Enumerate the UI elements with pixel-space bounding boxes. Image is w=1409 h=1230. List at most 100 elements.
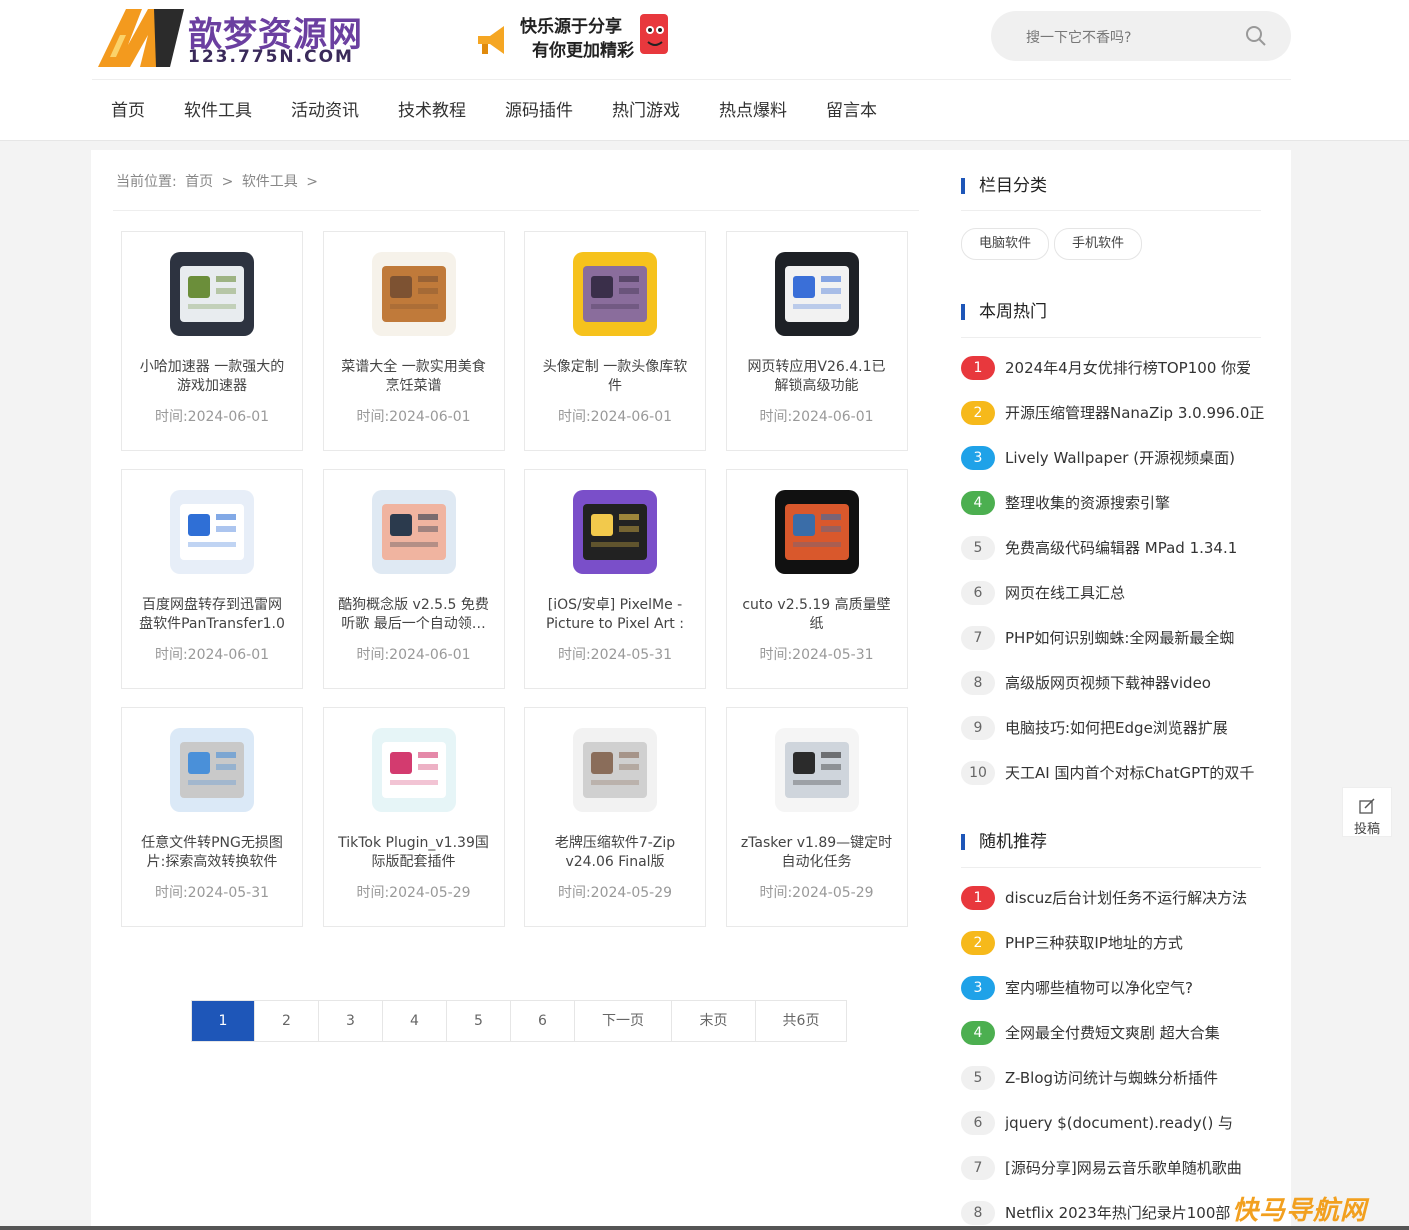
random-list-item[interactable]: 1 discuz后台计划任务不运行解决方法 [961, 886, 1271, 910]
article-title[interactable]: 网页转应用V26.4.1已解锁高级功能 [741, 358, 893, 396]
rank-link[interactable]: 网页在线工具汇总 [1005, 582, 1267, 603]
search-box[interactable]: 搜一下它不香吗? [991, 11, 1291, 61]
random-list-item[interactable]: 6 jquery $(document).ready() 与 [961, 1111, 1271, 1135]
rank-link[interactable]: 天工AI 国内首个对标ChatGPT的双千 [1005, 762, 1267, 783]
category-tag-pc[interactable]: 电脑软件 [961, 228, 1049, 260]
rank-link[interactable]: 电脑技巧:如何把Edge浏览器扩展 [1005, 717, 1267, 738]
article-title[interactable]: cuto v2.5.19 高质量壁纸 [741, 596, 893, 634]
nav-item-hot-news[interactable]: 热点爆料 [719, 80, 787, 140]
article-title[interactable]: 百度网盘转存到迅雷网盘软件PanTransfer1.0 [136, 596, 288, 634]
article-card[interactable]: cuto v2.5.19 高质量壁纸 时间:2024-05-31 [725, 469, 908, 689]
breadcrumb-divider [113, 210, 919, 211]
article-title[interactable]: TikTok Plugin_v1.39国际版配套插件 [338, 834, 490, 872]
rank-link[interactable]: 高级版网页视频下载神器video [1005, 672, 1267, 693]
category-divider [961, 210, 1261, 211]
rank-link[interactable]: 免费高级代码编辑器 MPad 1.34.1 [1005, 537, 1267, 558]
rank-link[interactable]: PHP如何识别蜘蛛:全网最新最全蜘 [1005, 627, 1267, 648]
random-list-item[interactable]: 2 PHP三种获取IP地址的方式 [961, 931, 1271, 955]
nav-item-events[interactable]: 活动资讯 [291, 80, 359, 140]
pagination-page-2[interactable]: 2 [255, 1001, 319, 1041]
pagination-page-6[interactable]: 6 [511, 1001, 575, 1041]
rank-link[interactable]: Z-Blog访问统计与蜘蛛分析插件 [1005, 1067, 1267, 1088]
article-thumbnail[interactable] [371, 252, 456, 336]
article-card[interactable]: 老牌压缩软件7-Zip v24.06 Final版 时间:2024-05-29 [524, 707, 706, 927]
article-card[interactable]: TikTok Plugin_v1.39国际版配套插件 时间:2024-05-29 [322, 707, 505, 927]
article-title[interactable]: 任意文件转PNG无损图片:探索高效转换软件 [136, 834, 288, 872]
article-card[interactable]: 任意文件转PNG无损图片:探索高效转换软件 时间:2024-05-31 [121, 707, 303, 927]
article-card[interactable]: [iOS/安卓] PixelMe - Picture to Pixel Art … [524, 469, 706, 689]
random-list-item[interactable]: 5 Z-Blog访问统计与蜘蛛分析插件 [961, 1066, 1271, 1090]
article-title[interactable]: 菜谱大全 一款实用美食烹饪菜谱 [338, 358, 490, 396]
hot-list-item[interactable]: 5 免费高级代码编辑器 MPad 1.34.1 [961, 536, 1271, 560]
article-thumbnail[interactable] [573, 252, 657, 336]
article-title[interactable]: 老牌压缩软件7-Zip v24.06 Final版 [539, 834, 691, 872]
pagination-page-4[interactable]: 4 [383, 1001, 447, 1041]
category-tag-mobile[interactable]: 手机软件 [1054, 228, 1142, 260]
article-thumbnail[interactable] [170, 252, 254, 336]
pagination-page-1[interactable]: 1 [192, 1001, 255, 1041]
rank-link[interactable]: jquery $(document).ready() 与 [1005, 1112, 1267, 1133]
article-title[interactable]: 头像定制 一款头像库软件 [539, 358, 691, 396]
submit-post-button[interactable]: 投稿 [1342, 787, 1392, 837]
article-title[interactable]: 酷狗概念版 v2.5.5 免费听歌 最后一个自动领… [338, 596, 490, 634]
hot-list-item[interactable]: 4 整理收集的资源搜索引擎 [961, 491, 1271, 515]
article-card[interactable]: 头像定制 一款头像库软件时间:2024-06-01 [524, 231, 706, 451]
rank-link[interactable]: 室内哪些植物可以净化空气? [1005, 977, 1267, 998]
pagination-last-page[interactable]: 末页 [672, 1001, 756, 1041]
hot-list-item[interactable]: 3 Lively Wallpaper (开源视频桌面) [961, 446, 1271, 470]
article-title[interactable]: zTasker v1.89—键定时自动化任务 [741, 834, 893, 872]
nav-item-guestbook[interactable]: 留言本 [826, 80, 877, 140]
article-card[interactable]: 小哈加速器 一款强大的游戏加速器 时间:2024-06-01 [121, 231, 303, 451]
article-title[interactable]: [iOS/安卓] PixelMe - Picture to Pixel Art … [539, 596, 691, 634]
site-logo[interactable]: 歆梦资源网 123.775N.COM [96, 5, 396, 71]
article-card[interactable]: 菜谱大全 一款实用美食烹饪菜谱 时间:2024-06-01 [322, 231, 505, 451]
article-thumbnail[interactable] [371, 728, 456, 812]
rank-link[interactable]: 整理收集的资源搜索引擎 [1005, 492, 1267, 513]
pagination-page-5[interactable]: 5 [447, 1001, 511, 1041]
article-thumbnail[interactable] [573, 728, 657, 812]
rank-link[interactable]: Lively Wallpaper (开源视频桌面) [1005, 447, 1267, 468]
rank-link[interactable]: [源码分享]网易云音乐歌单随机歌曲 [1005, 1157, 1267, 1178]
random-list-item[interactable]: 7 [源码分享]网易云音乐歌单随机歌曲 [961, 1156, 1271, 1180]
random-list-item[interactable]: 8 Netflix 2023年热门纪录片100部 [961, 1201, 1271, 1225]
article-card[interactable]: 网页转应用V26.4.1已解锁高级功能 时间:2024-06-01 [725, 231, 908, 451]
article-title[interactable]: 小哈加速器 一款强大的游戏加速器 [136, 358, 288, 396]
article-thumbnail[interactable] [170, 728, 254, 812]
rank-link[interactable]: discuz后台计划任务不运行解决方法 [1005, 887, 1267, 908]
hot-list-item[interactable]: 2 开源压缩管理器NanaZip 3.0.996.0正 [961, 401, 1271, 425]
article-thumbnail[interactable] [170, 490, 254, 574]
breadcrumb-current[interactable]: 软件工具 [242, 174, 298, 190]
search-icon[interactable] [1245, 25, 1267, 47]
pagination-page-3[interactable]: 3 [319, 1001, 383, 1041]
article-thumbnail[interactable] [774, 728, 859, 812]
nav-item-games[interactable]: 热门游戏 [612, 80, 680, 140]
rank-link[interactable]: 2024年4月女优排行榜TOP100 你爱 [1005, 357, 1267, 378]
nav-item-source-code[interactable]: 源码插件 [505, 80, 573, 140]
breadcrumb-home[interactable]: 首页 [185, 174, 213, 190]
article-thumbnail[interactable] [573, 490, 657, 574]
hot-list-item[interactable]: 7 PHP如何识别蜘蛛:全网最新最全蜘 [961, 626, 1271, 650]
article-thumbnail[interactable] [774, 490, 859, 574]
hot-list-item[interactable]: 1 2024年4月女优排行榜TOP100 你爱 [961, 356, 1271, 380]
rank-link[interactable]: Netflix 2023年热门纪录片100部 [1005, 1202, 1267, 1223]
hot-list-item[interactable]: 6 网页在线工具汇总 [961, 581, 1271, 605]
hot-list-item[interactable]: 8 高级版网页视频下载神器video [961, 671, 1271, 695]
article-card[interactable]: zTasker v1.89—键定时自动化任务 时间:2024-05-29 [725, 707, 908, 927]
rank-link[interactable]: 全网最全付费短文爽剧 超大合集 [1005, 1022, 1267, 1043]
hot-list-item[interactable]: 9 电脑技巧:如何把Edge浏览器扩展 [961, 716, 1271, 740]
search-input[interactable]: 搜一下它不香吗? [1026, 27, 1131, 47]
random-list-item[interactable]: 4 全网最全付费短文爽剧 超大合集 [961, 1021, 1271, 1045]
nav-item-software[interactable]: 软件工具 [184, 80, 252, 140]
rank-link[interactable]: 开源压缩管理器NanaZip 3.0.996.0正 [1005, 402, 1267, 423]
article-card[interactable]: 百度网盘转存到迅雷网盘软件PanTransfer1.0 时间:2024-06-01 [121, 469, 303, 689]
random-list-item[interactable]: 3 室内哪些植物可以净化空气? [961, 976, 1271, 1000]
hot-list-item[interactable]: 10 天工AI 国内首个对标ChatGPT的双千 [961, 761, 1271, 785]
pagination-next-page[interactable]: 下一页 [575, 1001, 672, 1041]
nav-item-home[interactable]: 首页 [111, 80, 145, 140]
nav-item-tutorials[interactable]: 技术教程 [398, 80, 466, 140]
article-card[interactable]: 酷狗概念版 v2.5.5 免费听歌 最后一个自动领… 时间:2024-06-01 [322, 469, 505, 689]
rank-link[interactable]: PHP三种获取IP地址的方式 [1005, 932, 1267, 953]
article-thumbnail[interactable] [774, 252, 859, 336]
article-thumbnail[interactable] [371, 490, 456, 574]
article-date: 时间:2024-06-01 [557, 409, 673, 425]
